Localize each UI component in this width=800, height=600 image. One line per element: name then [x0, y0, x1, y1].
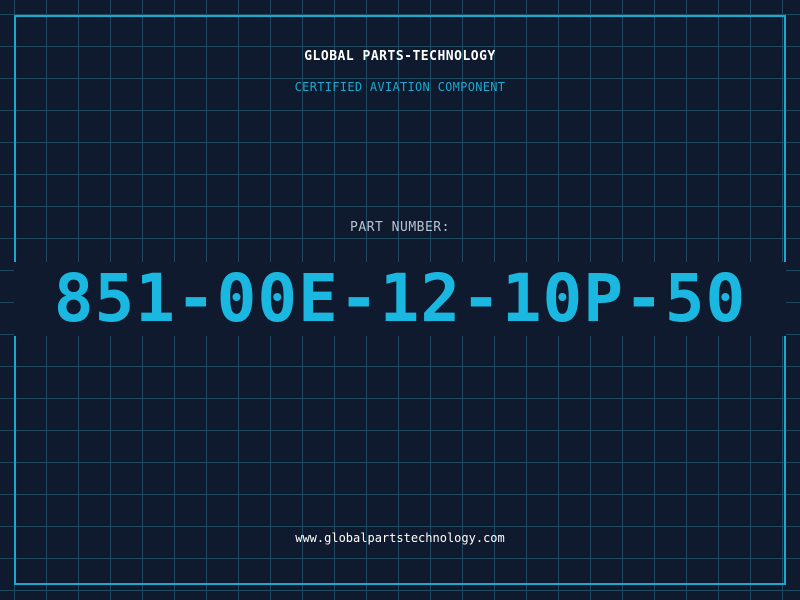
certification-tagline: CERTIFIED AVIATION COMPONENT — [294, 80, 506, 94]
company-name: GLOBAL PARTS-TECHNOLOGY — [304, 49, 496, 64]
part-number-label: PART NUMBER: — [350, 220, 450, 235]
website-url: www.globalpartstechnology.com — [295, 531, 505, 545]
part-number-value: 851-00E-12-10P-50 — [53, 260, 747, 337]
